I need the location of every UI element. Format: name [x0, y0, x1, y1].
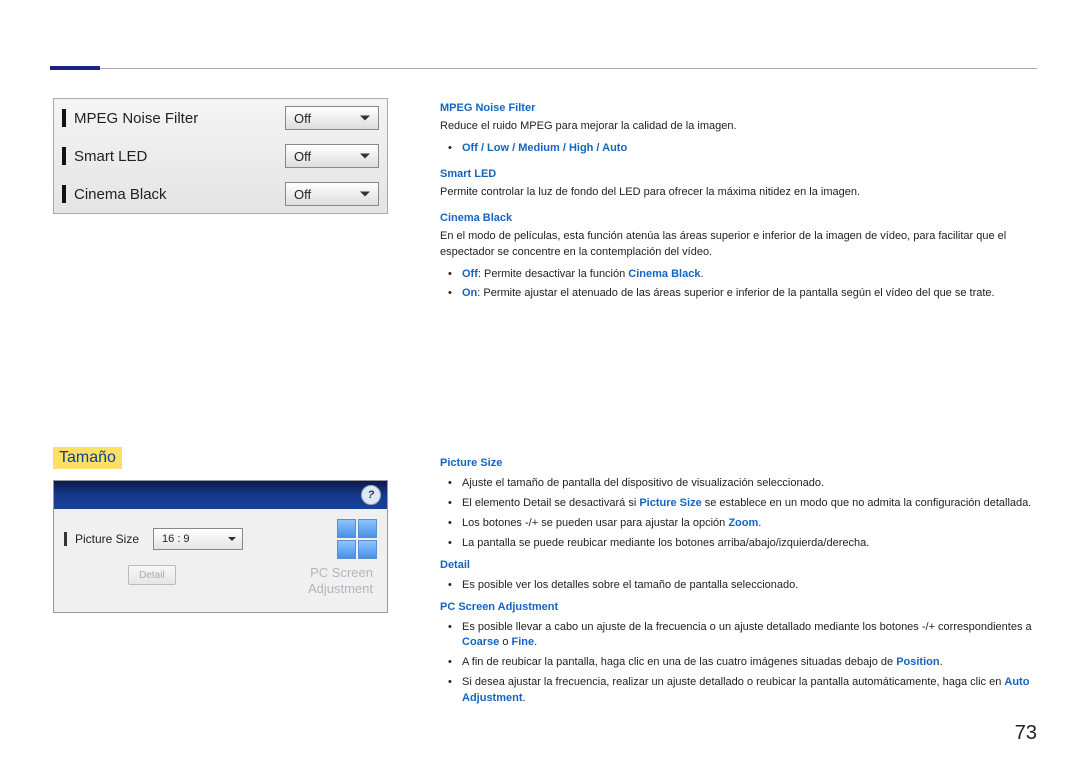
- picture-size-panel: ? Picture Size 16 : 9 Detail PC Screen A…: [53, 480, 388, 613]
- cinema-black-ref: Cinema Black: [628, 268, 700, 280]
- position-cell-tl[interactable]: [337, 519, 356, 538]
- smart-led-select[interactable]: Off: [285, 144, 379, 168]
- mpeg-options-text: Off / Low / Medium / High / Auto: [462, 142, 627, 154]
- pcsa-bullet-1: Es posible llevar a cabo un ajuste de la…: [440, 620, 1037, 652]
- panel2-footer: Detail PC Screen Adjustment: [54, 565, 387, 602]
- detail-heading: Detail: [440, 558, 1037, 574]
- chevron-down-icon: [228, 537, 236, 541]
- pc-screen-adjustment-ghost: PC Screen Adjustment: [308, 565, 377, 596]
- picture-size-heading: Picture Size: [440, 456, 1037, 472]
- smart-led-row: Smart LED Off: [54, 137, 387, 175]
- position-grid[interactable]: [337, 519, 377, 559]
- picture-size-ref: Picture Size: [639, 497, 701, 509]
- page-number: 73: [1015, 722, 1037, 745]
- cinema-black-description: En el modo de películas, esta función at…: [440, 229, 1037, 261]
- cinema-black-value: Off: [294, 187, 311, 202]
- position-cell-bl[interactable]: [337, 540, 356, 559]
- mpeg-noise-filter-heading: MPEG Noise Filter: [440, 101, 1037, 117]
- help-icon[interactable]: ?: [361, 485, 381, 505]
- cinema-black-select[interactable]: Off: [285, 182, 379, 206]
- ghost-line1: PC Screen: [308, 565, 373, 581]
- zoom-ref: Zoom: [728, 517, 758, 529]
- cinema-on-text: : Permite ajustar el atenuado de las áre…: [477, 287, 994, 299]
- position-cell-tr[interactable]: [358, 519, 377, 538]
- smart-led-heading: Smart LED: [440, 167, 1037, 183]
- row-marker-icon: [64, 532, 67, 546]
- row-marker-icon: [62, 147, 66, 165]
- section2-content: Picture Size Ajuste el tamaño de pantall…: [440, 450, 1037, 711]
- smart-led-value: Off: [294, 149, 311, 164]
- picture-size-value: 16 : 9: [162, 533, 190, 545]
- pcsa-bullet-2: A fin de reubicar la pantalla, haga clic…: [440, 655, 1037, 671]
- tamano-heading: Tamaño: [53, 447, 122, 469]
- mpeg-noise-filter-label: MPEG Noise Filter: [74, 110, 285, 127]
- mpeg-noise-filter-select[interactable]: Off: [285, 106, 379, 130]
- ps-bullet-3: Los botones -/+ se pueden usar para ajus…: [440, 516, 1037, 532]
- pc-screen-adjustment-heading: PC Screen Adjustment: [440, 600, 1037, 616]
- row-marker-icon: [62, 185, 66, 203]
- picture-size-label: Picture Size: [75, 532, 139, 546]
- header-divider: [100, 68, 1037, 69]
- cinema-off-text: : Permite desactivar la función: [478, 268, 628, 280]
- cinema-off-label: Off: [462, 268, 478, 280]
- position-cell-br[interactable]: [358, 540, 377, 559]
- detail-button: Detail: [128, 565, 176, 585]
- mpeg-noise-filter-description: Reduce el ruido MPEG para mejorar la cal…: [440, 119, 1037, 135]
- section1-content: MPEG Noise Filter Reduce el ruido MPEG p…: [440, 101, 1037, 310]
- cinema-on-item: On: Permite ajustar el atenuado de las á…: [440, 286, 1037, 302]
- picture-size-select[interactable]: 16 : 9: [153, 528, 243, 550]
- ps-bullet-1: Ajuste el tamaño de pantalla del disposi…: [440, 476, 1037, 492]
- smart-led-description: Permite controlar la luz de fondo del LE…: [440, 185, 1037, 201]
- mpeg-noise-filter-row: MPEG Noise Filter Off: [54, 99, 387, 137]
- ghost-line2: Adjustment: [308, 581, 373, 597]
- pcsa-bullet-3: Si desea ajustar la frecuencia, realizar…: [440, 675, 1037, 707]
- fine-ref: Fine: [512, 636, 535, 648]
- cinema-off-item: Off: Permite desactivar la función Cinem…: [440, 267, 1037, 283]
- chevron-down-icon: [360, 192, 370, 197]
- detail-ref: Detail: [523, 497, 551, 509]
- detail-bullet: Es posible ver los detalles sobre el tam…: [440, 578, 1037, 594]
- coarse-ref: Coarse: [462, 636, 499, 648]
- noise-filter-panel: MPEG Noise Filter Off Smart LED Off Cine…: [53, 98, 388, 214]
- picture-size-body: Picture Size 16 : 9: [54, 509, 387, 565]
- cinema-black-label: Cinema Black: [74, 186, 285, 203]
- ps-bullet-2: El elemento Detail se desactivará si Pic…: [440, 496, 1037, 512]
- header-accent-bar: [50, 66, 100, 70]
- cinema-black-heading: Cinema Black: [440, 211, 1037, 227]
- ps-bullet-4: La pantalla se puede reubicar mediante l…: [440, 536, 1037, 552]
- position-ref: Position: [896, 656, 939, 668]
- chevron-down-icon: [360, 116, 370, 121]
- smart-led-label: Smart LED: [74, 148, 285, 165]
- cinema-black-row: Cinema Black Off: [54, 175, 387, 213]
- row-marker-icon: [62, 109, 66, 127]
- mpeg-options-item: Off / Low / Medium / High / Auto: [440, 141, 1037, 157]
- cinema-on-label: On: [462, 287, 477, 299]
- panel-titlebar: ?: [54, 481, 387, 509]
- chevron-down-icon: [360, 154, 370, 159]
- mpeg-noise-filter-value: Off: [294, 111, 311, 126]
